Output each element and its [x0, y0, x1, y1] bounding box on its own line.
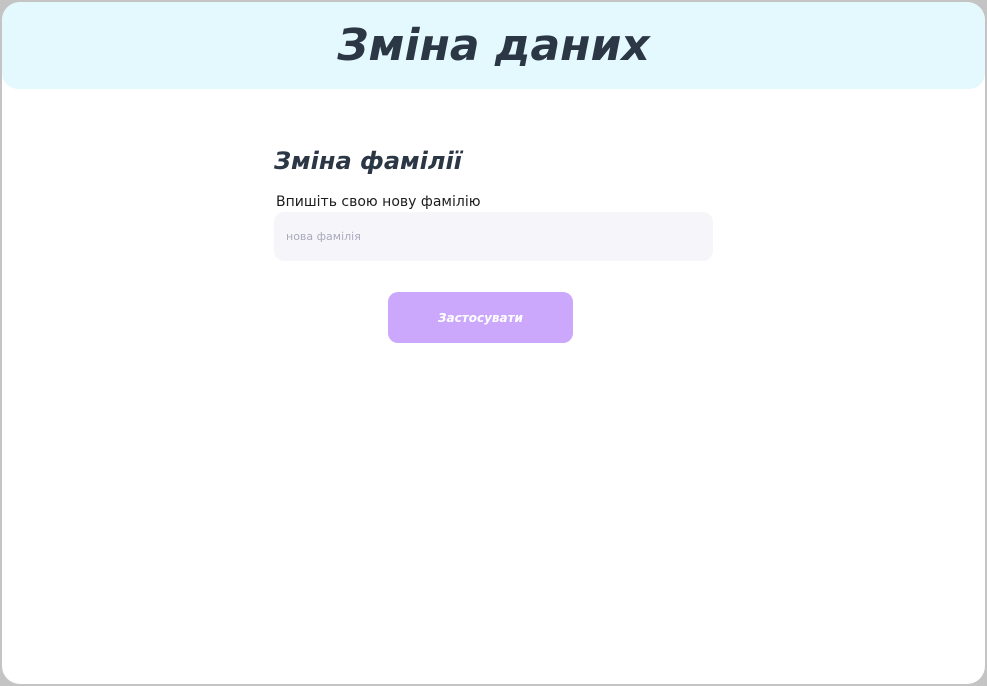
apply-button[interactable]: Застосувати	[388, 292, 573, 343]
section-title: Зміна фамілії	[274, 147, 462, 175]
surname-input-container	[274, 212, 713, 261]
app-window: Зміна даних Зміна фамілії Впишіть свою н…	[2, 2, 985, 684]
surname-input[interactable]	[274, 212, 713, 261]
page-title: Зміна даних	[337, 20, 650, 71]
surname-field-label: Впишіть свою нову фамілію	[276, 194, 481, 210]
page-header: Зміна даних	[2, 2, 985, 89]
